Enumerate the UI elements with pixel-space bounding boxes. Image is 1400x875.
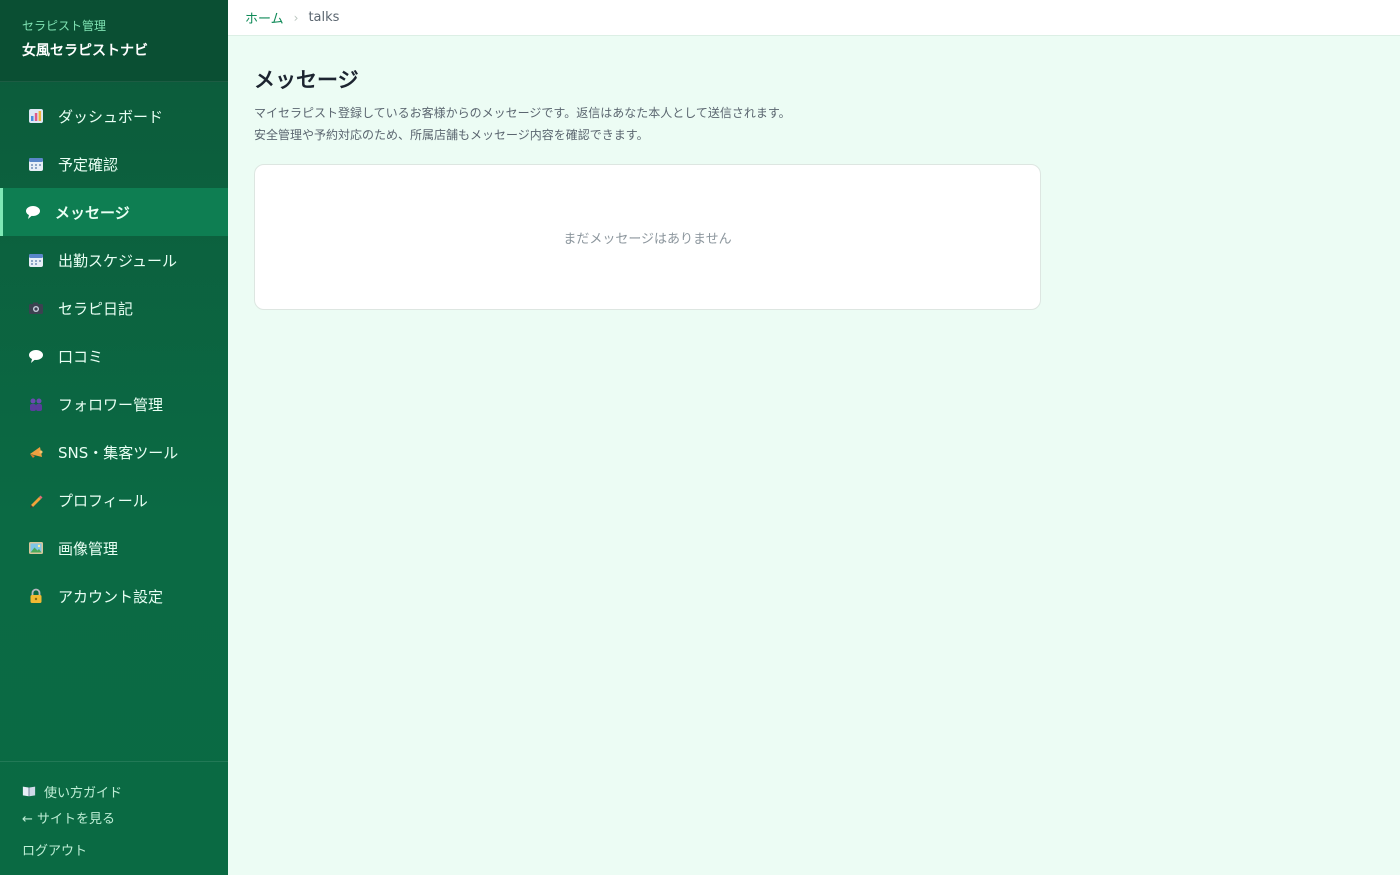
- empty-state-text: まだメッセージはありません: [563, 231, 732, 247]
- page-description-line2: 安全管理や予約対応のため、所属店舗もメッセージ内容を確認できます。: [254, 128, 649, 142]
- breadcrumb: ホーム › talks: [228, 0, 1400, 36]
- guide-link[interactable]: 使い方ガイド: [22, 780, 206, 802]
- sidebar-item-label: 予定確認: [58, 155, 119, 174]
- sidebar-item-account-settings[interactable]: アカウント設定: [0, 572, 228, 620]
- bar-chart-icon: [27, 107, 45, 125]
- pencil-icon: [27, 491, 45, 509]
- people-icon: [27, 395, 45, 413]
- book-icon: [22, 784, 36, 798]
- page-description-line1: マイセラピスト登録しているお客様からのメッセージです。返信はあなた本人として送信…: [254, 106, 791, 120]
- page-title: メッセージ: [254, 68, 359, 92]
- calendar-icon: [27, 251, 45, 269]
- view-site-link-label: ← サイトを見る: [22, 811, 116, 827]
- breadcrumb-home[interactable]: ホーム: [245, 8, 284, 27]
- logout-link[interactable]: ログアウト: [22, 838, 206, 860]
- sidebar-item-followers[interactable]: フォロワー管理: [0, 380, 228, 428]
- guide-link-label: 使い方ガイド: [44, 785, 123, 801]
- chevron-right-icon: ›: [293, 10, 299, 25]
- calendar-icon: [27, 155, 45, 173]
- sidebar-item-label: セラピ日記: [58, 299, 134, 318]
- sidebar-item-label: 出勤スケジュール: [58, 251, 177, 270]
- brand-subtitle: セラピスト管理: [22, 19, 107, 33]
- sidebar-item-messages[interactable]: メッセージ: [0, 188, 228, 236]
- view-site-link[interactable]: ← サイトを見る: [22, 806, 206, 828]
- sidebar-item-diary[interactable]: セラピ日記: [0, 284, 228, 332]
- lock-icon: [27, 587, 45, 605]
- breadcrumb-current: talks: [308, 10, 340, 25]
- speech-bubble-icon: [27, 347, 45, 365]
- sidebar-item-images[interactable]: 画像管理: [0, 524, 228, 572]
- sidebar-item-label: 口コミ: [58, 347, 104, 366]
- sidebar-item-shift-schedule[interactable]: 出勤スケジュール: [0, 236, 228, 284]
- sidebar-nav: ダッシュボード 予定確認 メッセージ 出勤スケジュール セラピ日記 口コミ フォ…: [0, 82, 228, 761]
- sidebar-item-label: 画像管理: [58, 539, 119, 558]
- sidebar-item-reviews[interactable]: 口コミ: [0, 332, 228, 380]
- sidebar-item-schedule-check[interactable]: 予定確認: [0, 140, 228, 188]
- sidebar-item-sns-tools[interactable]: SNS・集客ツール: [0, 428, 228, 476]
- sidebar-item-label: プロフィール: [58, 491, 148, 510]
- sidebar-item-label: メッセージ: [55, 203, 130, 222]
- brand: セラピスト管理 女風セラピストナビ: [0, 0, 228, 82]
- sidebar-item-profile[interactable]: プロフィール: [0, 476, 228, 524]
- page-description: マイセラピスト登録しているお客様からのメッセージです。返信はあなた本人として送信…: [254, 102, 1374, 146]
- brand-title: 女風セラピストナビ: [22, 43, 148, 59]
- sidebar-item-dashboard[interactable]: ダッシュボード: [0, 92, 228, 140]
- speech-bubble-icon: [24, 203, 42, 221]
- message-list-card: まだメッセージはありません: [254, 164, 1041, 310]
- main-area: ホーム › talks メッセージ マイセラピスト登録しているお客様からのメッセ…: [228, 0, 1400, 875]
- sidebar-item-label: アカウント設定: [58, 587, 164, 606]
- sidebar-item-label: ダッシュボード: [58, 107, 164, 126]
- sidebar: セラピスト管理 女風セラピストナビ ダッシュボード 予定確認 メッセージ 出勤ス…: [0, 0, 228, 875]
- megaphone-icon: [27, 443, 45, 461]
- content: メッセージ マイセラピスト登録しているお客様からのメッセージです。返信はあなた本…: [228, 36, 1400, 338]
- sidebar-item-label: フォロワー管理: [58, 395, 164, 414]
- logout-link-label: ログアウト: [22, 843, 88, 859]
- picture-icon: [27, 539, 45, 557]
- camera-icon: [27, 299, 45, 317]
- sidebar-footer: 使い方ガイド ← サイトを見る ログアウト: [0, 761, 228, 875]
- sidebar-item-label: SNS・集客ツール: [58, 443, 179, 462]
